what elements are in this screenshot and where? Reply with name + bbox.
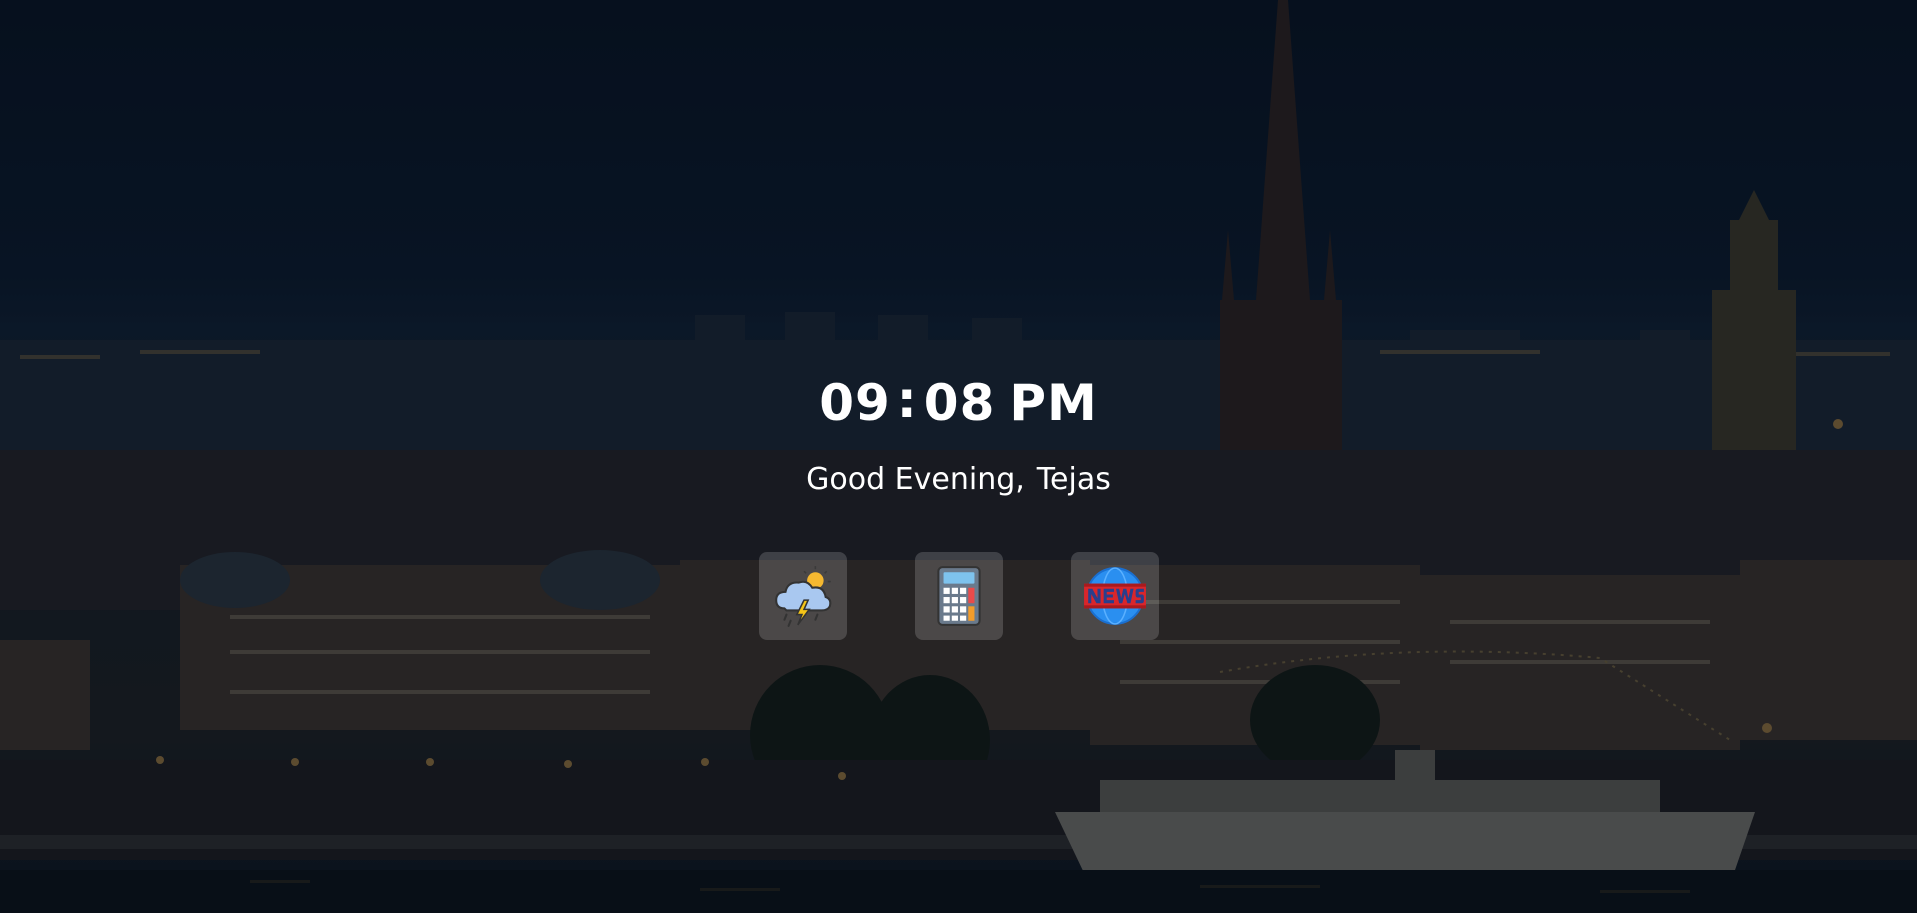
greeting-user-name: Tejas xyxy=(1036,462,1111,497)
clock-separator: : xyxy=(896,371,918,429)
weather-app-button[interactable] xyxy=(759,552,847,640)
city-background-image xyxy=(0,0,1917,913)
news-app-button[interactable] xyxy=(1071,552,1159,640)
weather-storm-icon xyxy=(775,566,832,627)
greeting-text: Good Evening, xyxy=(806,462,1025,497)
app-launcher xyxy=(0,552,1917,640)
home-screen: 09:08 PM Good Evening, Tejas xyxy=(0,0,1917,913)
calculator-icon xyxy=(937,566,981,626)
clock-ampm: PM xyxy=(1009,374,1098,432)
clock-hours: 09 xyxy=(819,374,891,432)
news-globe-icon xyxy=(1084,567,1146,625)
calculator-app-button[interactable] xyxy=(915,552,1003,640)
greeting: Good Evening, Tejas xyxy=(0,460,1917,500)
clock-minutes: 08 xyxy=(923,374,996,432)
clock-display: 09:08 PM xyxy=(0,371,1917,434)
